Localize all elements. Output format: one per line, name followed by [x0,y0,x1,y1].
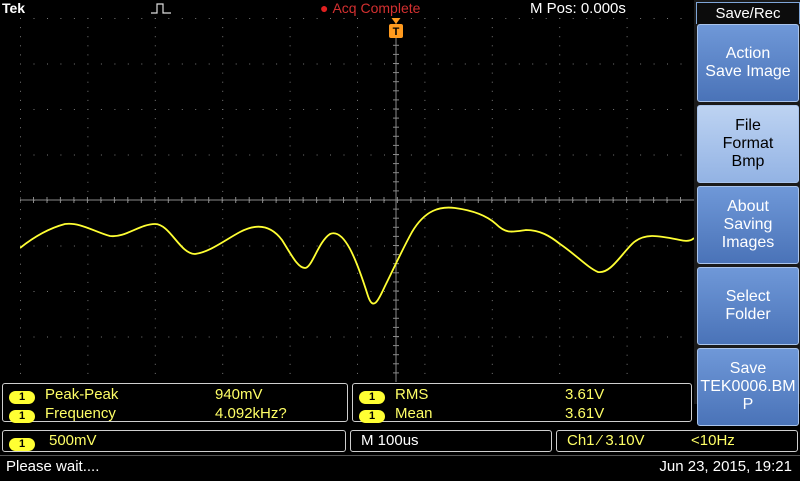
measurement-value: 4.092kHz? [215,405,287,422]
side-button-line: About [727,198,769,215]
timebase-readout: M 100us [361,432,419,449]
channel1-badge: 1 [9,391,35,404]
acquisition-status: ● Acq Complete [320,0,420,16]
side-button-label: File Format Bmp [723,117,774,171]
side-button-line: Folder [725,306,771,323]
horizontal-position-readout: M Pos: 0.000s [530,0,626,17]
trigger-type-icon [151,3,171,14]
side-button-label: About Saving Images [722,198,774,252]
channel1-badge: 1 [359,391,385,404]
about-saving-images-button[interactable]: About Saving Images [697,186,799,264]
acq-status-text: Acq Complete [332,0,421,16]
channel1-badge: 1 [9,410,35,423]
side-button-line: Saving [723,216,773,233]
side-button-line: Action [725,45,771,62]
side-button-line: File [735,117,761,134]
side-button-line: Images [721,234,775,251]
trigger-frequency: <10Hz [691,432,735,449]
measurement-panel-right[interactable]: 1 RMS 3.61V 1 Mean 3.61V [352,383,692,423]
side-button-label: Save TEK0006.BM P [700,360,795,414]
side-button-line: Format [722,135,774,152]
trigger-marker-label: T [393,26,400,38]
measurement-value: 940mV [215,386,263,403]
channel1-badge: 1 [359,410,385,423]
date-time: Jun 23, 2015, 19:21 [659,458,792,475]
side-button-line: Select [725,288,771,305]
select-folder-button[interactable]: Select Folder [697,267,799,345]
measurement-name: RMS [395,386,429,403]
measurement-panel-left[interactable]: 1 Peak-Peak 940mV 1 Frequency 4.092kHz? [2,383,348,423]
vertical-scale-box[interactable]: 1 500mV [2,430,346,452]
side-menu-title: Save/Rec [696,2,800,24]
status-message: Please wait.... [6,458,100,475]
side-button-label: Action Save Image [705,45,790,81]
record-dot-icon: ● [320,0,329,16]
save-file-button[interactable]: Save TEK0006.BM P [697,348,799,426]
measurement-name: Peak-Peak [45,386,119,403]
trigger-level: Ch1 ⁄ 3.10V [567,432,645,449]
side-button-line: TEK0006.BM [700,378,796,395]
volts-per-div: 500mV [49,432,97,449]
measurement-value: 3.61V [565,405,605,422]
side-button-label: Select Folder [725,288,770,324]
measurement-value: 3.61V [565,386,605,403]
side-button-line: P [742,396,754,413]
side-button-line: Bmp [731,153,765,170]
waveform-display[interactable]: T [20,18,694,382]
measurement-name: Mean [395,405,433,422]
measurement-name: Frequency [45,405,116,422]
action-save-image-button[interactable]: Action Save Image [697,24,799,102]
graticule [20,18,694,382]
channel1-badge: 1 [9,438,35,451]
brand-label: Tek [2,0,26,16]
message-bar: Please wait.... Jun 23, 2015, 19:21 [0,455,800,481]
side-button-line: Save Image [705,63,791,80]
timebase-box[interactable]: M 100us [350,430,552,452]
side-button-line: Save [729,360,767,377]
file-format-button[interactable]: File Format Bmp [697,105,799,183]
trigger-position-marker[interactable]: T [389,18,403,38]
trigger-box[interactable]: Ch1 ⁄ 3.10V <10Hz [556,430,798,452]
